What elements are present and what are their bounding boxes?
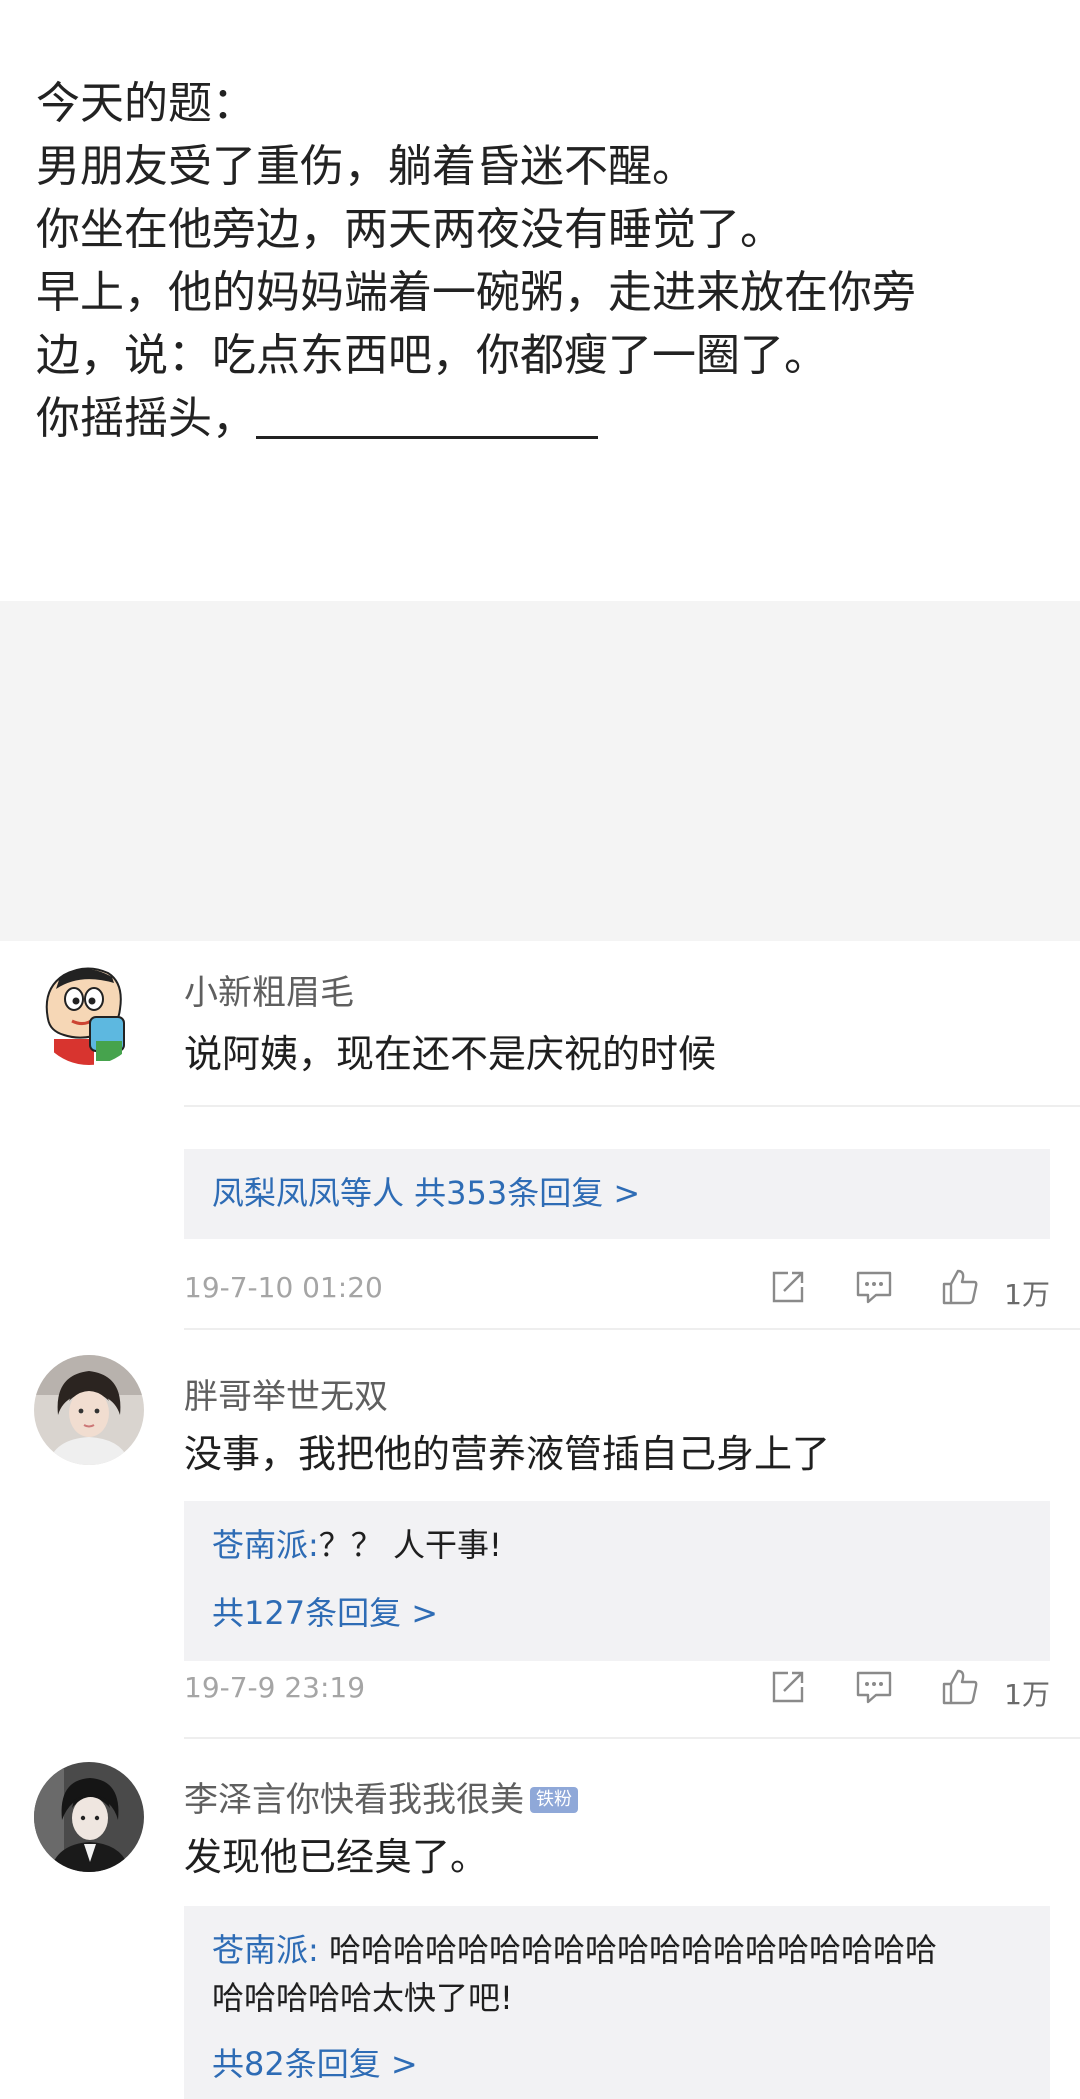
divider	[184, 1737, 1080, 1739]
reply-text: 哈哈哈哈哈哈哈哈哈哈哈哈哈哈哈哈哈哈哈	[318, 1931, 937, 1969]
fan-badge: 铁粉	[530, 1787, 578, 1813]
question-line: 男朋友受了重伤，躺着昏迷不醒。	[36, 141, 696, 192]
comment-text: 说阿姨，现在还不是庆祝的时候	[184, 1032, 717, 1076]
page: 今天的题： 男朋友受了重伤，躺着昏迷不醒。 你坐在他旁边，两天两夜没有睡觉了。 …	[0, 0, 1080, 2099]
comment-icon[interactable]	[854, 1267, 894, 1307]
username[interactable]: 小新粗眉毛	[184, 965, 354, 1014]
timestamp: 19-7-10 01:20	[184, 1271, 383, 1304]
question-line: 早上，他的妈妈端着一碗粥，走进来放在你旁	[36, 267, 916, 318]
avatar[interactable]	[34, 955, 144, 1065]
like-count: 1万	[1004, 1278, 1050, 1311]
comment-text: 发现他已经臭了。	[184, 1835, 489, 1879]
username[interactable]: 胖哥举世无双	[184, 1369, 388, 1418]
share-icon[interactable]	[768, 1267, 808, 1307]
share-icon[interactable]	[768, 1667, 808, 1707]
answer-blank	[256, 392, 598, 439]
divider	[184, 1105, 1080, 1107]
reply-count-link[interactable]: 共82条回复 >	[212, 2040, 1022, 2088]
avatar[interactable]	[34, 1355, 144, 1465]
reply-summary-box[interactable]: 凤梨凤凤等人 共353条回复 >	[184, 1149, 1050, 1239]
reply-box[interactable]: 苍南派:？？ 人干事! 共127条回复 >	[184, 1501, 1050, 1661]
reply-line-continued: 哈哈哈哈哈太快了吧!	[212, 1974, 1022, 2022]
image-placeholder	[0, 601, 1080, 941]
reply-text: 哈哈哈哈哈太快了吧!	[212, 1979, 513, 2017]
comment-text: 没事，我把他的营养液管插自己身上了	[184, 1432, 831, 1476]
question-line: 边，说：吃点东西吧，你都瘦了一圈了。	[36, 330, 828, 381]
reply-username[interactable]: 苍南派:	[212, 1931, 319, 1969]
reply-username[interactable]: 苍南派:	[212, 1526, 319, 1564]
comment-meta: 19-7-10 01:20 1万	[184, 1265, 1050, 1311]
avatar[interactable]	[34, 1762, 144, 1872]
question-line: 今天的题：	[36, 78, 256, 129]
like-icon[interactable]	[940, 1267, 980, 1307]
like-count: 1万	[1004, 1678, 1050, 1711]
reply-text: ？？ 人干事!	[318, 1526, 502, 1564]
reply-line[interactable]: 苍南派:？？ 人干事!	[212, 1521, 1022, 1569]
comment-meta: 19-7-9 23:19 1万	[184, 1665, 1050, 1711]
reply-summary[interactable]: 凤梨凤凤等人 共353条回复 >	[212, 1169, 1022, 1217]
username-row: 李泽言你快看我我很美 铁粉	[184, 1772, 578, 1821]
username[interactable]: 李泽言你快看我我很美	[184, 1780, 524, 1820]
reply-count-link[interactable]: 共127条回复 >	[212, 1589, 1022, 1637]
question-last-line: 你摇摇头，	[36, 387, 1046, 450]
question-line: 你坐在他旁边，两天两夜没有睡觉了。	[36, 204, 784, 255]
reply-box[interactable]: 苍南派: 哈哈哈哈哈哈哈哈哈哈哈哈哈哈哈哈哈哈哈 哈哈哈哈哈太快了吧! 共82条…	[184, 1906, 1050, 2099]
reply-line[interactable]: 苍南派: 哈哈哈哈哈哈哈哈哈哈哈哈哈哈哈哈哈哈哈	[212, 1926, 1022, 1974]
question-text-block: 今天的题： 男朋友受了重伤，躺着昏迷不醒。 你坐在他旁边，两天两夜没有睡觉了。 …	[36, 72, 1046, 450]
like-icon[interactable]	[940, 1667, 980, 1707]
question-line: 你摇摇头，	[36, 393, 256, 444]
timestamp: 19-7-9 23:19	[184, 1671, 366, 1704]
comment-icon[interactable]	[854, 1667, 894, 1707]
divider	[184, 1328, 1080, 1330]
